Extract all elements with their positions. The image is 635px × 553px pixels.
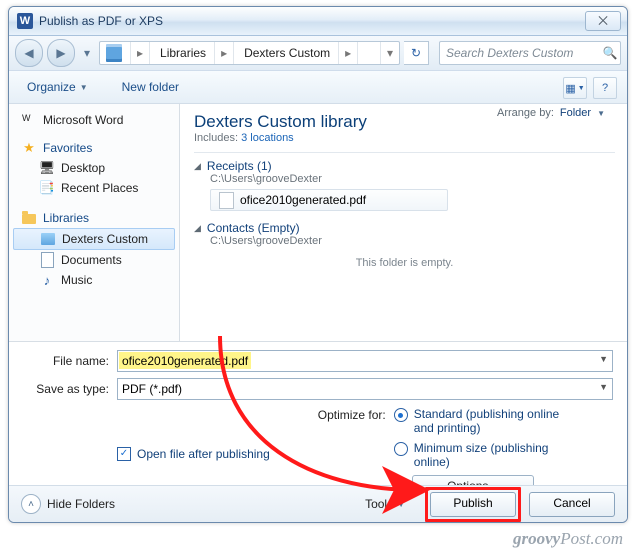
nav-group-libraries[interactable]: Libraries — [9, 208, 179, 228]
close-icon: ⨉ — [598, 14, 608, 29]
arrow-right-icon: ▶ — [56, 46, 65, 60]
collapse-icon: ◢ — [194, 223, 201, 234]
breadcrumb-chevron[interactable]: ▸ — [131, 42, 150, 64]
nav-item-word[interactable]: WMicrosoft Word — [9, 110, 179, 130]
bottom-bar: ˄ Hide Folders Tools▼ Publish Cancel — [9, 485, 627, 522]
watermark: groovyPost.com — [513, 529, 623, 549]
window-title: Publish as PDF or XPS — [39, 14, 163, 28]
desktop-icon: 🖥 — [39, 160, 55, 176]
empty-folder-message: This folder is empty. — [194, 257, 615, 269]
breadcrumb-dexters[interactable]: Dexters Custom — [234, 42, 339, 64]
recent-icon: 📑 — [39, 180, 55, 196]
locations-link[interactable]: 3 locations — [241, 132, 294, 144]
group-receipts-path: C:\Users\grooveDexter — [210, 173, 615, 185]
body-split: WMicrosoft Word ★Favorites 🖥Desktop 📑Rec… — [9, 104, 627, 342]
file-name: ofice2010generated.pdf — [240, 193, 366, 207]
publish-button[interactable]: Publish — [430, 492, 516, 517]
breadcrumb-libraries[interactable]: Libraries — [150, 42, 215, 64]
filename-value: ofice2010generated.pdf — [119, 352, 251, 369]
nav-item-documents[interactable]: Documents — [9, 250, 179, 270]
collapse-icon: ◢ — [194, 161, 201, 172]
radio-icon — [394, 442, 408, 456]
chevron-down-icon: ▼ — [578, 85, 585, 92]
music-icon: ♪ — [39, 272, 55, 288]
search-input[interactable]: Search Dexters Custom 🔍 — [439, 41, 621, 65]
folder-icon — [22, 214, 36, 224]
publish-dialog: W Publish as PDF or XPS ⨉ ◀ ▶ ▾ ▸ Librar… — [8, 6, 628, 523]
savetype-label: Save as type: — [23, 382, 109, 396]
savetype-value: PDF (*.pdf) — [118, 382, 186, 396]
navigation-pane: WMicrosoft Word ★Favorites 🖥Desktop 📑Rec… — [9, 104, 180, 341]
file-item[interactable]: ofice2010generated.pdf — [210, 189, 448, 211]
arrange-by[interactable]: Arrange by: Folder ▼ — [497, 107, 605, 119]
breadcrumb-chevron[interactable]: ▸ — [339, 42, 358, 64]
document-icon — [41, 252, 54, 268]
refresh-button[interactable]: ↻ — [404, 41, 429, 65]
group-receipts[interactable]: ◢Receipts (1) — [194, 159, 615, 173]
radio-standard[interactable]: Standard (publishing online and printing… — [394, 407, 564, 435]
chevron-down-icon: ▼ — [80, 83, 88, 92]
nav-group-favorites[interactable]: ★Favorites — [9, 138, 179, 158]
filename-label: File name: — [23, 354, 109, 368]
library-subheading: Includes: 3 locations — [194, 132, 615, 144]
group-contacts[interactable]: ◢Contacts (Empty) — [194, 221, 615, 235]
search-icon: 🔍 — [600, 46, 620, 60]
pdf-icon — [219, 192, 234, 209]
chevron-down-icon: ▼ — [597, 109, 605, 118]
group-contacts-path: C:\Users\grooveDexter — [210, 235, 615, 247]
word-app-icon: W — [17, 13, 33, 29]
close-button[interactable]: ⨉ — [585, 11, 621, 31]
collapse-icon: ˄ — [21, 494, 41, 514]
publish-highlight: Publish — [425, 487, 521, 522]
refresh-icon: ↻ — [411, 46, 421, 60]
nav-item-recent[interactable]: 📑Recent Places — [9, 178, 179, 198]
hide-folders-button[interactable]: ˄ Hide Folders — [21, 494, 115, 514]
libraries-stack-icon — [106, 47, 122, 59]
cancel-button[interactable]: Cancel — [529, 492, 615, 517]
chevron-down-icon[interactable]: ▼ — [599, 382, 608, 392]
radio-minimum[interactable]: Minimum size (publishing online) — [394, 441, 564, 469]
breadcrumb-chevron[interactable]: ▸ — [215, 42, 234, 64]
breadcrumb-root-icon[interactable] — [100, 42, 131, 64]
organize-menu[interactable]: Organize▼ — [19, 76, 96, 98]
nav-item-dexters-custom[interactable]: Dexters Custom — [13, 228, 175, 250]
new-folder-button[interactable]: New folder — [114, 76, 187, 98]
chevron-down-icon[interactable]: ▼ — [599, 354, 608, 364]
help-button[interactable]: ? — [593, 77, 617, 99]
filename-input[interactable]: ofice2010generated.pdf ▼ — [117, 350, 613, 372]
divider — [194, 152, 615, 153]
search-placeholder: Search Dexters Custom — [440, 46, 600, 60]
toolbar: Organize▼ New folder ▦▼ ? — [9, 71, 627, 104]
nav-bar: ◀ ▶ ▾ ▸ Libraries ▸ Dexters Custom ▸ ▾ ↻… — [9, 36, 627, 71]
nav-back-button[interactable]: ◀ — [15, 39, 43, 67]
help-icon: ? — [602, 82, 608, 94]
checkbox-icon: ✓ — [117, 447, 131, 461]
title-bar: W Publish as PDF or XPS ⨉ — [9, 7, 627, 36]
breadcrumb-dropdown[interactable]: ▾ — [380, 42, 399, 64]
tools-menu[interactable]: Tools▼ — [365, 497, 405, 511]
save-form: File name: ofice2010generated.pdf ▼ Save… — [9, 342, 627, 508]
nav-item-music[interactable]: ♪Music — [9, 270, 179, 290]
nav-forward-button[interactable]: ▶ — [47, 39, 75, 67]
view-mode-button[interactable]: ▦▼ — [563, 77, 587, 99]
library-icon — [41, 233, 55, 245]
chevron-down-icon: ▼ — [397, 500, 405, 509]
content-pane: Dexters Custom library Includes: 3 locat… — [180, 104, 627, 341]
star-icon: ★ — [21, 140, 37, 156]
word-icon: W — [22, 113, 36, 127]
savetype-select[interactable]: PDF (*.pdf) ▼ — [117, 378, 613, 400]
chevron-down-icon: ▾ — [84, 46, 90, 60]
arrow-left-icon: ◀ — [24, 46, 33, 60]
grid-icon: ▦ — [565, 82, 575, 95]
nav-history-dropdown[interactable]: ▾ — [79, 42, 95, 64]
radio-icon — [394, 408, 408, 422]
nav-item-desktop[interactable]: 🖥Desktop — [9, 158, 179, 178]
address-breadcrumb[interactable]: ▸ Libraries ▸ Dexters Custom ▸ ▾ — [99, 41, 400, 65]
